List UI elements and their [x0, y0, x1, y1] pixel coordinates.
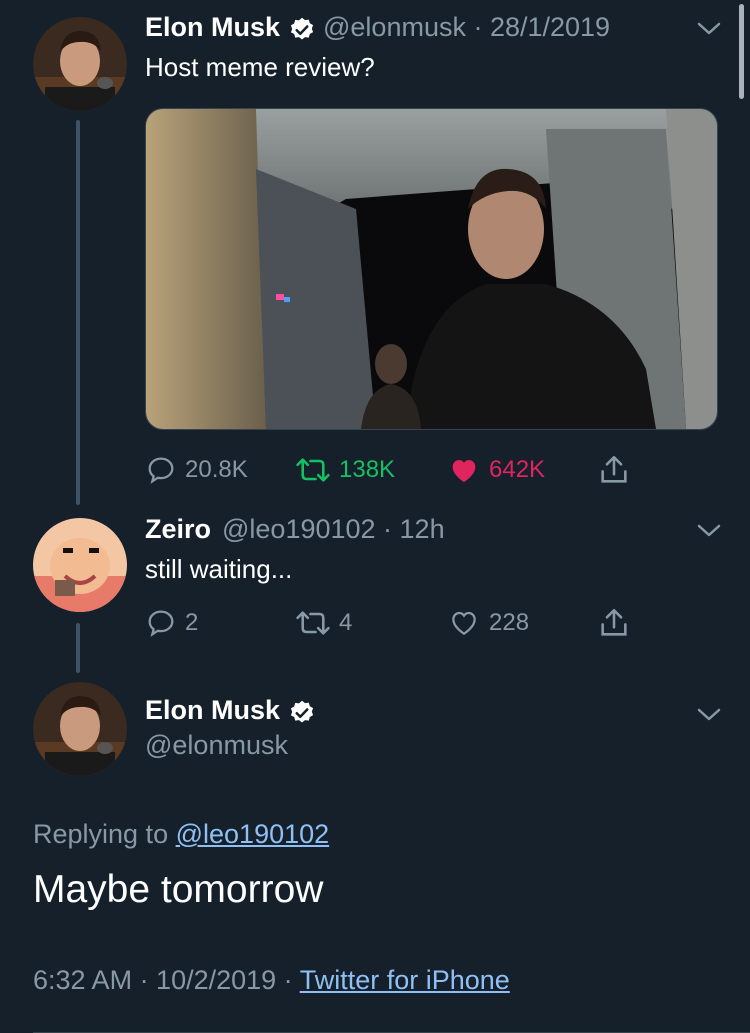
timestamp-text: 6:32 AM · 10/2/2019 · [33, 965, 300, 995]
scrollbar[interactable] [739, 4, 744, 99]
chevron-down-icon[interactable] [696, 706, 722, 729]
tweet-text: Host meme review? [145, 52, 375, 82]
retweet-count: 138K [339, 456, 396, 483]
avatar-elon-musk[interactable] [33, 682, 127, 776]
reply-icon [148, 610, 174, 637]
thread-line-2 [76, 623, 80, 673]
heart-icon [452, 611, 476, 635]
retweet-action[interactable]: 138K [295, 450, 395, 490]
reply-icon [148, 457, 174, 484]
tweet-photo[interactable] [145, 108, 718, 430]
author-handle[interactable]: @elonmusk [145, 730, 288, 761]
author-name[interactable]: Zeiro [145, 514, 211, 545]
avatar-zeiro[interactable] [33, 518, 127, 612]
replying-to: Replying to @leo190102 [33, 819, 329, 850]
like-action[interactable]: 228 [447, 603, 529, 643]
share-icon [601, 608, 627, 636]
source-link[interactable]: Twitter for iPhone [300, 965, 510, 995]
heart-icon [452, 460, 476, 482]
replying-to-label: Replying to [33, 819, 169, 849]
tweet-actions: 20.8K 138K 642K [145, 450, 645, 490]
chevron-down-icon[interactable] [696, 522, 722, 545]
share-action[interactable] [597, 603, 639, 643]
reply-count: 20.8K [185, 456, 248, 483]
author-name[interactable]: Elon Musk [145, 695, 280, 726]
handle-and-time: @leo190102 · 12h [222, 514, 445, 544]
tweet-text: Maybe tomorrow [33, 868, 324, 911]
thread-line-1 [76, 120, 80, 505]
share-icon [601, 455, 627, 483]
retweet-count: 4 [339, 609, 353, 636]
share-action[interactable] [597, 450, 639, 490]
handle-and-date: @elonmusk · 28/1/2019 [323, 12, 611, 42]
like-count: 642K [489, 456, 546, 483]
replying-to-handle[interactable]: @leo190102 [176, 819, 330, 849]
like-count: 228 [489, 609, 530, 636]
like-action[interactable]: 642K [447, 450, 545, 490]
chevron-down-icon[interactable] [696, 20, 722, 43]
verified-badge-icon [288, 16, 316, 49]
reply-action[interactable]: 2 [145, 603, 198, 643]
reply-action[interactable]: 20.8K [145, 450, 248, 490]
tweet-actions: 2 4 228 [145, 603, 645, 643]
author-name[interactable]: Elon Musk [145, 12, 280, 43]
retweet-icon [296, 611, 330, 635]
reply-count: 2 [185, 609, 199, 636]
verified-badge-icon [288, 699, 316, 732]
retweet-action[interactable]: 4 [295, 603, 352, 643]
tweet-text: still waiting... [145, 554, 293, 584]
avatar-elon-musk[interactable] [33, 17, 127, 111]
tweet-timestamp: 6:32 AM · 10/2/2019 · Twitter for iPhone [33, 965, 510, 996]
retweet-icon [296, 458, 330, 482]
